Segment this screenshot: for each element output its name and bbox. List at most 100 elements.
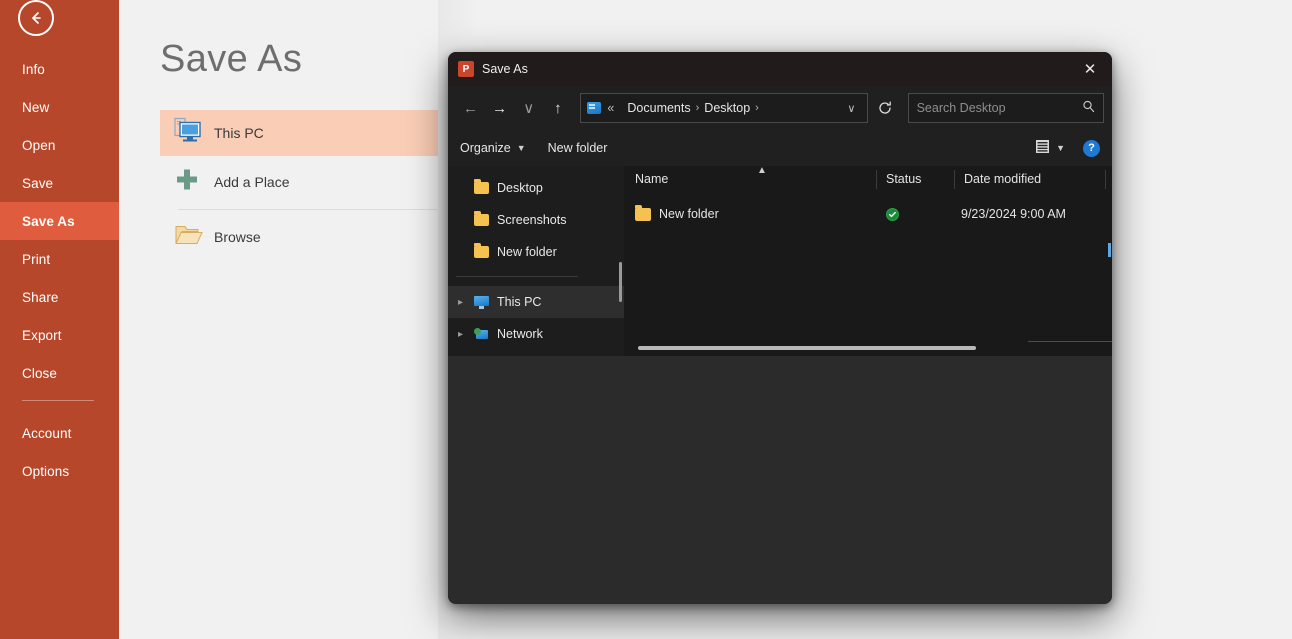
sidebar-item-label: Export — [22, 327, 62, 343]
places-divider — [178, 209, 438, 210]
sidebar-divider — [22, 400, 94, 401]
sidebar-item-print[interactable]: Print — [0, 240, 119, 278]
sidebar-item-label: Account — [22, 425, 72, 441]
sidebar-item-new[interactable]: New — [0, 88, 119, 126]
breadcrumb-desktop[interactable]: Desktop — [704, 101, 750, 115]
chevron-right-icon[interactable]: ▸ — [458, 329, 474, 340]
chevron-right-icon[interactable]: ▸ — [458, 297, 474, 308]
refresh-icon[interactable] — [872, 93, 897, 123]
sidebar-item-save[interactable]: Save — [0, 164, 119, 202]
sidebar-item-label: Close — [22, 365, 58, 381]
file-name-label: New folder — [659, 207, 719, 221]
breadcrumb-separator: › — [755, 102, 759, 114]
navigation-toolbar: ← → ∨ ↑ « Documents › Desktop › ∨ Search… — [448, 86, 1112, 130]
search-icon[interactable] — [1082, 100, 1095, 116]
tree-scrollbar[interactable] — [619, 262, 622, 302]
powerpoint-icon: P — [458, 61, 474, 77]
sort-ascending-icon: ▲ — [757, 166, 767, 176]
sidebar-item-open[interactable]: Open — [0, 126, 119, 164]
sidebar-item-label: Options — [22, 463, 70, 479]
folder-open-icon — [174, 223, 204, 252]
folder-icon — [635, 204, 651, 221]
sidebar-item-close[interactable]: Close — [0, 354, 119, 392]
place-add-a-place[interactable]: Add a Place — [160, 159, 438, 205]
sidebar-item-label: Open — [22, 137, 56, 153]
breadcrumb-documents[interactable]: Documents — [627, 101, 690, 115]
sidebar-item-share[interactable]: Share — [0, 278, 119, 316]
this-pc-icon — [174, 117, 204, 149]
new-folder-button[interactable]: New folder — [548, 141, 608, 155]
tree-item-label: Screenshots — [497, 213, 567, 227]
browser-body: Desktop Screenshots New folder ▸ This PC… — [448, 166, 1112, 356]
address-prefix: « — [607, 101, 615, 115]
command-bar: Organize ▼ New folder ▼ ? — [448, 130, 1112, 166]
column-header-name[interactable]: Name — [635, 172, 668, 186]
place-label: Browse — [214, 229, 261, 245]
close-icon[interactable]: ✕ — [1068, 52, 1112, 86]
breadcrumb-separator: › — [695, 102, 700, 114]
sidebar-item-label: Info — [22, 61, 45, 77]
sidebar-item-info[interactable]: Info — [0, 50, 119, 88]
tree-item-label: New folder — [497, 245, 557, 259]
sidebar-item-label: Save As — [22, 213, 75, 229]
column-divider[interactable] — [876, 170, 877, 189]
vertical-scrollbar[interactable] — [1108, 243, 1111, 257]
sidebar-item-export[interactable]: Export — [0, 316, 119, 354]
list-view-icon — [1035, 139, 1050, 157]
up-icon[interactable]: ↑ — [543, 93, 572, 123]
horizontal-scrollbar[interactable] — [638, 346, 976, 350]
file-list-pane: ▲ Name Status Date modified New folder 9… — [624, 166, 1112, 356]
plus-icon — [174, 167, 200, 198]
tree-item-this-pc[interactable]: ▸ This PC — [448, 286, 624, 318]
place-this-pc[interactable]: This PC — [160, 110, 438, 156]
breadcrumb-separator — [619, 102, 622, 114]
search-input[interactable]: Search Desktop — [907, 93, 1105, 123]
save-as-dialog: P Save As ✕ ← → ∨ ↑ « Documents › Deskto… — [448, 52, 1112, 604]
dialog-title-bar[interactable]: P Save As ✕ — [448, 52, 1112, 86]
folder-icon — [474, 179, 489, 194]
sidebar-item-label: New — [22, 99, 50, 115]
sidebar-item-options[interactable]: Options — [0, 452, 119, 490]
place-browse[interactable]: Browse — [160, 214, 438, 260]
file-name-cell: New folder — [635, 204, 719, 221]
column-divider[interactable] — [1105, 170, 1106, 189]
sidebar-item-label: Save — [22, 175, 54, 191]
page-title: Save As — [160, 38, 303, 80]
synced-check-icon — [886, 207, 899, 221]
table-row[interactable]: New folder 9/23/2024 9:00 AM — [624, 200, 1112, 228]
this-pc-icon — [587, 102, 602, 114]
place-label: Add a Place — [214, 174, 290, 190]
sidebar-item-label: Print — [22, 251, 51, 267]
folder-icon — [474, 211, 489, 226]
forward-icon[interactable]: → — [485, 93, 514, 123]
tree-item-new-folder[interactable]: New folder — [448, 236, 624, 268]
recent-locations-icon[interactable]: ∨ — [514, 93, 543, 123]
back-icon[interactable]: ← — [456, 93, 485, 123]
sidebar-item-account[interactable]: Account — [0, 414, 119, 452]
tree-item-network[interactable]: ▸ Network — [448, 318, 624, 350]
tree-item-desktop[interactable]: Desktop — [448, 172, 624, 204]
backstage-sidebar: Info New Open Save Save As Print Share E… — [0, 0, 119, 639]
view-layout-button[interactable]: ▼ — [1035, 139, 1065, 157]
sidebar-item-label: Share — [22, 289, 59, 305]
back-button[interactable] — [18, 0, 54, 36]
organize-label: Organize — [460, 141, 511, 155]
folder-icon — [474, 243, 489, 258]
navigation-tree: Desktop Screenshots New folder ▸ This PC… — [448, 166, 624, 356]
tree-item-screenshots[interactable]: Screenshots — [448, 204, 624, 236]
tree-item-label: This PC — [497, 295, 542, 309]
sidebar-item-save-as[interactable]: Save As — [0, 202, 119, 240]
chevron-down-icon[interactable]: ∨ — [841, 102, 861, 115]
tree-item-label: Network — [497, 327, 543, 341]
column-header-date-modified[interactable]: Date modified — [964, 172, 1041, 186]
chevron-down-icon: ▼ — [1056, 143, 1065, 153]
network-icon — [474, 327, 489, 341]
address-bar[interactable]: « Documents › Desktop › ∨ — [580, 93, 869, 123]
help-icon[interactable]: ? — [1083, 139, 1100, 157]
organize-button[interactable]: Organize ▼ — [460, 141, 526, 155]
list-edge-line — [1028, 341, 1112, 342]
column-divider[interactable] — [954, 170, 955, 189]
column-header-status[interactable]: Status — [886, 172, 921, 186]
tree-item-label: Desktop — [497, 181, 543, 195]
place-label: This PC — [214, 125, 264, 141]
